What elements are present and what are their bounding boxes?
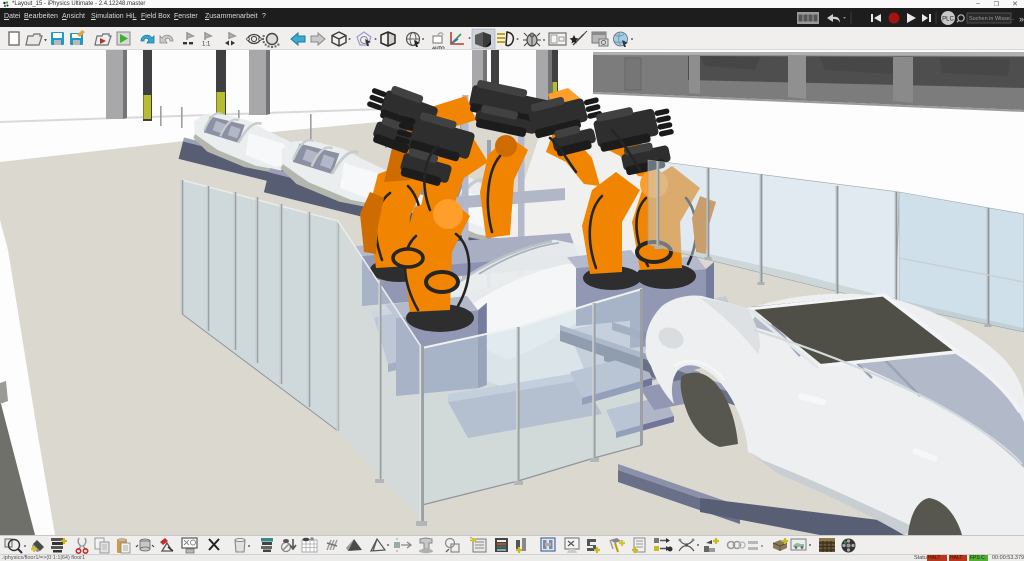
svg-text:Suchen in Wisse...: Suchen in Wisse... [969,16,1015,22]
svg-text:»: » [1019,14,1024,24]
svg-text:PLC: PLC [942,17,954,23]
svg-text:1:1: 1:1 [202,42,211,48]
svg-text:AUTO: AUTO [432,46,445,50]
